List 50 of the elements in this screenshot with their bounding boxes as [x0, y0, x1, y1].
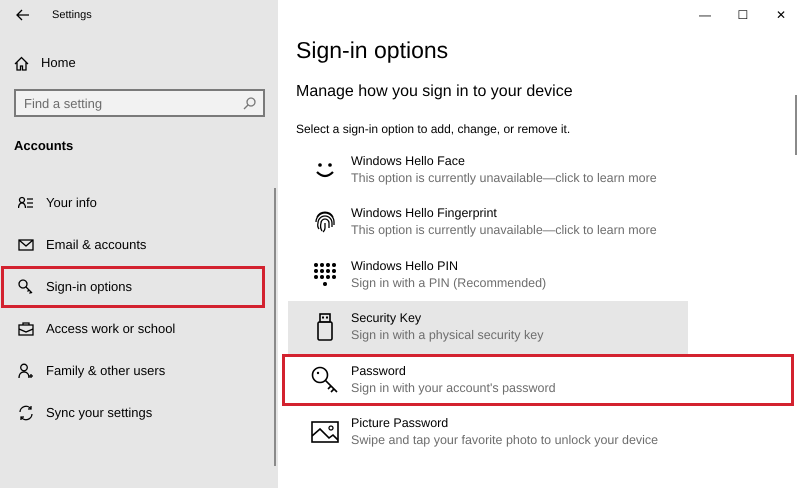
minimize-button[interactable]: —	[686, 9, 724, 21]
option-description: Sign in with your account's password	[351, 380, 556, 397]
option-title: Windows Hello Face	[351, 152, 466, 170]
option-description: This option is currently unavailable—click to learn more	[351, 222, 657, 240]
option-title: Security Key	[351, 310, 422, 328]
page-title: Sign-in options	[295, 36, 450, 65]
section-heading: Accounts	[13, 137, 74, 155]
home-link[interactable]: Home	[0, 52, 278, 74]
key-icon	[311, 366, 339, 394]
sign-in-option[interactable]: Password Sign in with your account's password	[282, 354, 794, 406]
briefcase-icon	[18, 322, 34, 336]
user-add-icon	[18, 362, 34, 378]
sidebar-item[interactable]: Sign-in options	[1, 266, 265, 308]
sidebar-item[interactable]: Email & accounts	[1, 224, 265, 266]
maximize-button[interactable]: ☐	[724, 9, 762, 21]
sign-in-option[interactable]: Picture Password Swipe and tap your favorite photo to unlock your device	[288, 406, 688, 458]
sidebar-item[interactable]: Access work or school	[1, 308, 265, 350]
close-button[interactable]: ✕	[762, 9, 800, 21]
image-icon	[311, 420, 339, 444]
search-icon	[243, 97, 256, 110]
home-icon	[14, 56, 29, 70]
sidebar-item[interactable]: Sync your settings	[1, 392, 265, 434]
option-title: Password	[351, 362, 407, 380]
sign-in-option[interactable]: Windows Hello Fingerprint This option is currently unavailable—click to learn more	[288, 196, 688, 248]
sidebar-item[interactable]: Family & other users	[1, 350, 265, 392]
section-heading: Manage how you sign in to your device	[295, 82, 574, 102]
instruction-text: Select a sign-in option to add, change, or remove it.	[295, 120, 572, 138]
sidebar-item[interactable]: Your info	[1, 182, 265, 224]
option-title: Windows Hello Fingerprint	[351, 205, 498, 222]
option-title: Windows Hello PIN	[351, 258, 459, 275]
fingerprint-icon	[313, 209, 337, 236]
back-arrow-icon	[16, 8, 30, 21]
scrollbar[interactable]	[274, 188, 276, 466]
key-icon	[18, 278, 34, 294]
mail-icon	[18, 238, 34, 252]
scrollbar[interactable]	[795, 95, 797, 155]
window-title: Settings	[52, 8, 92, 23]
option-description: Sign in with a PIN (Recommended)	[351, 274, 546, 292]
option-title: Picture Password	[351, 415, 450, 432]
option-description: This option is currently unavailable—click to learn more	[351, 170, 657, 187]
sign-in-option[interactable]: Windows Hello PIN Sign in with a PIN (Recommended)	[288, 248, 688, 301]
sync-icon	[18, 404, 34, 420]
sign-in-option[interactable]: Windows Hello Face This option is currently unavailable—click to learn more	[288, 144, 688, 196]
option-description: Swipe and tap your favorite photo to unlock your device	[351, 432, 658, 450]
keypad-icon	[313, 262, 337, 288]
contact-info-icon	[18, 196, 34, 210]
sign-in-option[interactable]: Security Key Sign in with a physical security key	[288, 301, 688, 354]
back-button[interactable]	[16, 7, 30, 23]
search-field[interactable]: Find a setting	[14, 89, 265, 117]
option-description: Sign in with a physical security key	[351, 327, 544, 344]
